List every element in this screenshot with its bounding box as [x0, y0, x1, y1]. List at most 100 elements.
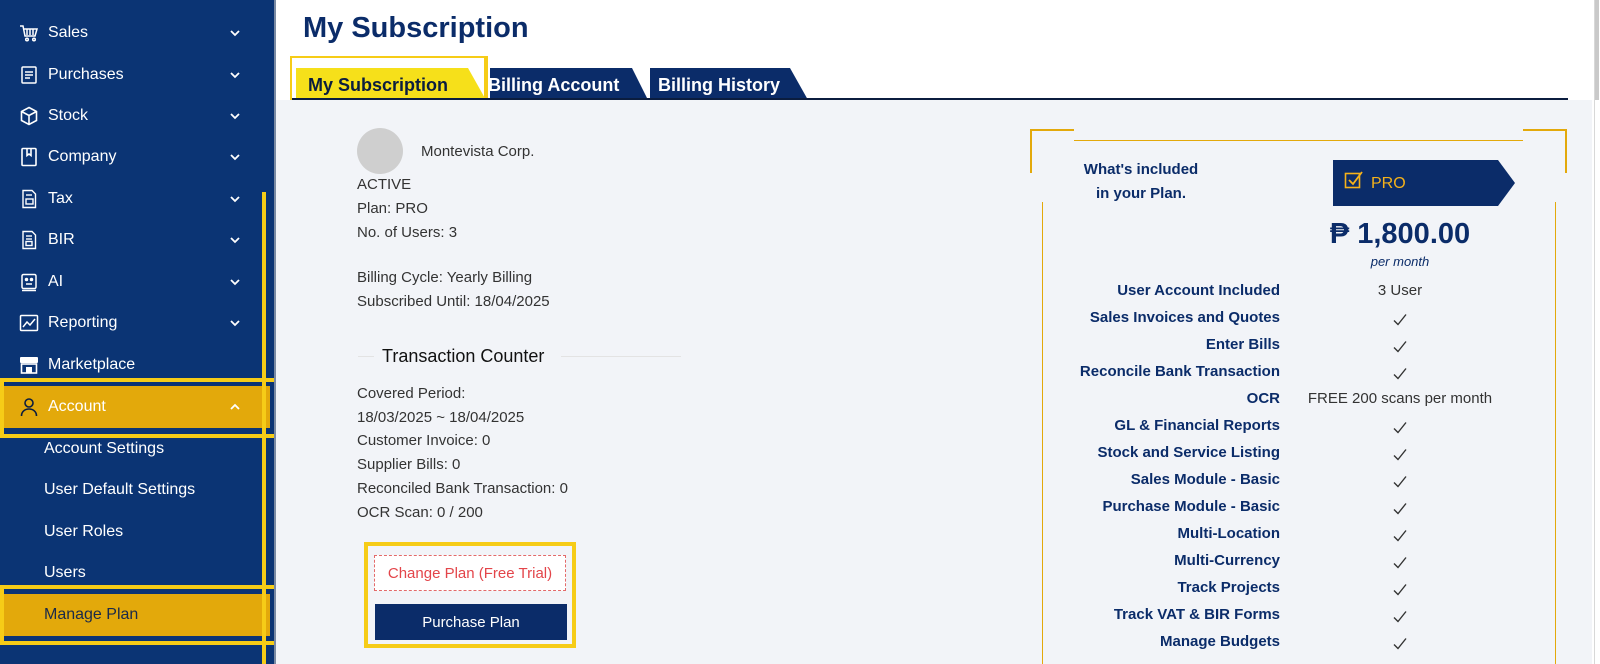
plan-price-period: per month: [1370, 254, 1430, 269]
divider: [561, 356, 681, 357]
reconciled-count: Reconciled Bank Transaction: 0: [357, 480, 568, 497]
check-icon: [1393, 557, 1407, 569]
change-plan-button[interactable]: Change Plan (Free Trial): [374, 555, 566, 591]
page-title: My Subscription: [303, 12, 529, 44]
plan-text: Plan: PRO: [357, 200, 428, 217]
sidebar: Sales Purchases Stock Company Tax BIR AI…: [0, 0, 278, 664]
sidebar-subitem-user-default-settings[interactable]: User Default Settings: [0, 469, 270, 511]
main-content: My Subscription My Subscription Billing …: [276, 0, 1600, 664]
feature-name: Track Projects: [1177, 579, 1280, 596]
chevron-down-icon: [228, 150, 242, 164]
plan-included-line1: What's included: [1083, 161, 1199, 178]
feature-name: Sales Invoices and Quotes: [1089, 309, 1280, 326]
card-border: [1523, 129, 1567, 131]
feature-name: Enter Bills: [1205, 336, 1280, 353]
ocr-scan-count: OCR Scan: 0 / 200: [357, 504, 483, 521]
plan-included-heading: What's included in your Plan.: [1066, 158, 1216, 206]
cart-icon: [17, 21, 41, 45]
feature-name: Multi-Location: [1177, 525, 1280, 542]
divider: [358, 356, 374, 357]
feature-name: OCR: [1246, 390, 1280, 407]
company-name: Montevista Corp.: [421, 143, 535, 160]
feature-name: Track VAT & BIR Forms: [1113, 606, 1280, 623]
check-icon: [1393, 638, 1407, 650]
card-border: [1030, 129, 1032, 173]
card-border: [1565, 129, 1567, 173]
sidebar-item-label: Sales: [48, 24, 89, 41]
avatar: [357, 128, 403, 174]
check-icon: [1393, 341, 1407, 353]
bookmark-icon: [17, 145, 41, 169]
check-icon: [1393, 503, 1407, 515]
sidebar-item-label: Marketplace: [48, 356, 136, 373]
tab-billing-history[interactable]: Billing History: [646, 70, 806, 100]
users-text: No. of Users: 3: [357, 224, 458, 241]
billing-cycle-text: Billing Cycle: Yearly Billing: [357, 269, 533, 286]
chevron-down-icon: [228, 26, 242, 40]
clipboard-icon: [17, 63, 41, 87]
chevron-down-icon: [228, 192, 242, 206]
subscribed-until-text: Subscribed Until: 18/04/2025: [357, 293, 550, 310]
sidebar-item-company[interactable]: Company: [0, 136, 270, 178]
check-icon: [1393, 368, 1407, 380]
tab-label: Billing History: [658, 74, 781, 95]
sidebar-subitem-user-roles[interactable]: User Roles: [0, 511, 270, 553]
bir-document-icon: [17, 228, 41, 252]
covered-period-label: Covered Period:: [357, 385, 466, 402]
feature-value: 3 User: [1377, 282, 1423, 299]
sidebar-item-stock[interactable]: Stock: [0, 95, 270, 137]
sidebar-subitem-label: User Roles: [44, 523, 124, 540]
check-icon: [1393, 314, 1407, 326]
feature-value: FREE 200 scans per month: [1307, 390, 1493, 407]
plan-included-line2: in your Plan.: [1095, 185, 1186, 202]
feature-name: Multi-Currency: [1174, 552, 1280, 569]
tax-document-icon: [17, 187, 41, 211]
sidebar-item-purchases[interactable]: Purchases: [0, 54, 270, 96]
chart-icon: [17, 311, 41, 335]
transaction-counter-title: Transaction Counter: [382, 346, 545, 366]
covered-period-range: 18/03/2025 ~ 18/04/2025: [357, 409, 525, 426]
sidebar-item-sales[interactable]: Sales: [0, 12, 270, 54]
plan-price: ₱ 1,800.00: [1329, 218, 1471, 250]
chevron-down-icon: [228, 275, 242, 289]
customer-invoice-count: Customer Invoice: 0: [357, 432, 491, 449]
sidebar-item-label: Company: [48, 148, 117, 165]
scrollbar-thumb[interactable]: [1595, 0, 1599, 100]
check-icon: [1393, 449, 1407, 461]
feature-name: Sales Module - Basic: [1130, 471, 1280, 488]
card-border: [1555, 202, 1556, 664]
sidebar-item-label: Purchases: [48, 66, 124, 83]
feature-name: User Account Included: [1117, 282, 1280, 299]
chevron-down-icon: [228, 233, 242, 247]
highlight-manage-plan: [0, 585, 278, 645]
tab-label: My Subscription: [308, 74, 449, 95]
sidebar-item-bir[interactable]: BIR: [0, 219, 270, 261]
highlight-account: [0, 378, 278, 438]
card-border: [1030, 129, 1074, 131]
tab-billing-account[interactable]: Billing Account: [476, 70, 630, 100]
purchase-plan-button[interactable]: Purchase Plan: [375, 604, 567, 640]
sidebar-subitem-label: User Default Settings: [44, 481, 196, 498]
sidebar-item-label: Stock: [48, 107, 89, 124]
check-icon: [1393, 530, 1407, 542]
sidebar-item-label: BIR: [48, 231, 75, 248]
feature-name: Stock and Service Listing: [1097, 444, 1280, 461]
sidebar-item-reporting[interactable]: Reporting: [0, 302, 270, 344]
feature-name: Manage Budgets: [1159, 633, 1280, 650]
tab-my-subscription[interactable]: My Subscription: [296, 70, 468, 100]
sidebar-item-tax[interactable]: Tax: [0, 178, 270, 220]
feature-name: GL & Financial Reports: [1114, 417, 1280, 434]
sidebar-subitem-label: Account Settings: [44, 440, 165, 457]
checkbox-icon: [1344, 171, 1363, 189]
store-icon: [17, 353, 41, 377]
chevron-down-icon: [228, 68, 242, 82]
check-icon: [1393, 476, 1407, 488]
sidebar-subitem-label: Users: [44, 564, 86, 581]
sidebar-item-ai[interactable]: AI: [0, 261, 270, 303]
check-icon: [1393, 422, 1407, 434]
check-icon: [1393, 611, 1407, 623]
status-text: ACTIVE: [357, 176, 412, 193]
sidebar-item-label: AI: [48, 273, 64, 290]
feature-name: Reconcile Bank Transaction: [1079, 363, 1280, 380]
tab-label: Billing Account: [488, 74, 620, 95]
